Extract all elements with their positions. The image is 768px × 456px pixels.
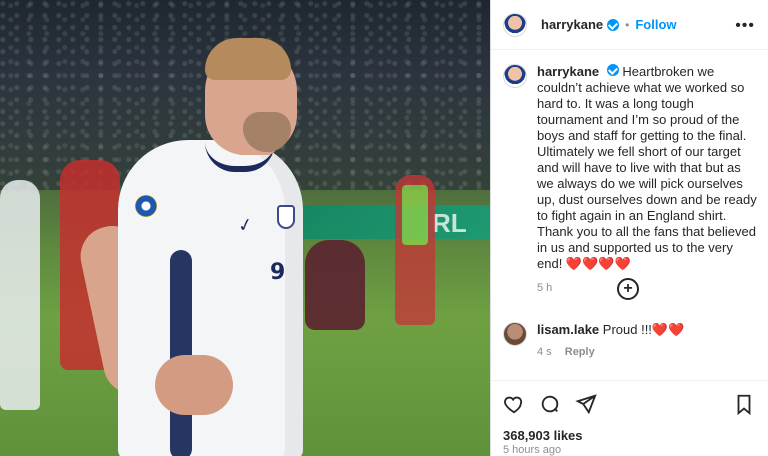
background-player [305,240,365,330]
caption-body: Heartbroken we couldn’t achieve what we … [537,64,757,271]
comment-time: 4 s [537,346,552,358]
advertising-board-text: RL [432,208,467,238]
post-author-username[interactable]: harrykane [541,17,603,32]
tournament-badge-icon [135,195,157,217]
comment-username[interactable]: lisam.lake [537,322,599,337]
caption-time: 5 h [537,282,553,294]
caption-text-block: harrykane Heartbroken we couldn’t achiev… [537,64,759,272]
reply-button[interactable]: Reply [565,346,595,358]
comment-text-block: lisam.lake Proud !!!❤️❤️ [537,322,759,338]
player-hair [205,38,291,80]
share-icon[interactable] [575,393,597,415]
heart-icon[interactable] [503,393,525,415]
post-caption: harrykane Heartbroken we couldn’t achiev… [503,64,759,294]
background-player [0,180,40,410]
post-image: RL ✓ 9 [0,0,490,456]
comment-icon[interactable] [539,393,561,415]
avatar[interactable] [503,64,527,88]
posted-time: 5 hours ago [503,444,562,456]
comment-item: lisam.lake Proud !!!❤️❤️ 4 s Reply [503,322,759,358]
comment-meta: 4 s Reply [537,346,759,358]
shirt-stripe [170,250,192,456]
post-actions: 368,903 likes 5 hours ago [491,380,768,456]
shirt-number: 9 [270,260,286,285]
comment-body: Proud !!!❤️❤️ [602,322,685,337]
follow-button[interactable]: Follow [635,17,676,32]
caption-username[interactable]: harrykane [537,64,599,79]
player-hand [155,355,233,415]
action-icons [503,393,597,415]
save-icon[interactable] [733,393,755,415]
avatar[interactable] [503,322,527,346]
likes-count[interactable]: 368,903 likes [503,428,583,443]
plus-circle-icon[interactable]: + [617,278,639,300]
post-header: harrykane • Follow ••• [491,0,768,50]
post-panel: harrykane • Follow ••• harrykane Heartbr… [490,0,768,456]
separator-dot: • [625,17,630,32]
avatar[interactable] [503,12,527,37]
background-player [395,175,435,325]
verified-badge-icon [606,64,619,76]
verified-badge-icon [607,18,620,31]
more-options-icon[interactable]: ••• [735,17,755,35]
crest-icon [277,205,295,229]
